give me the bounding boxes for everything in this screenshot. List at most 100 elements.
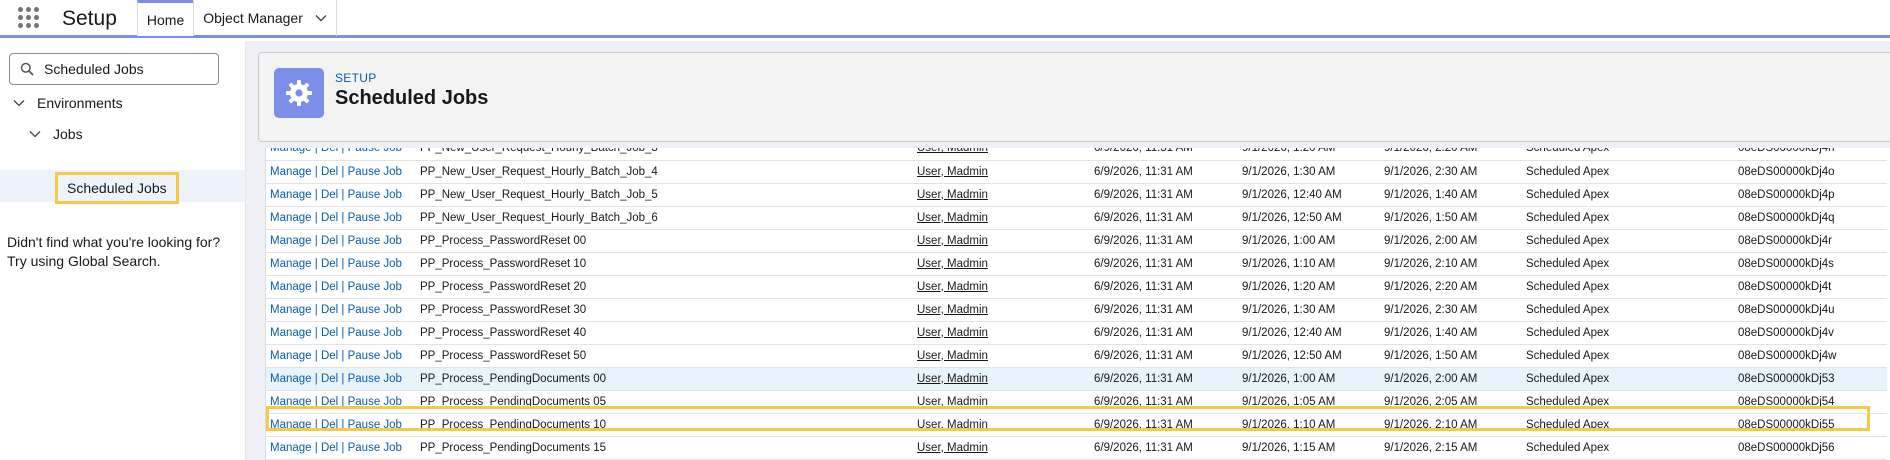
- pause-job-link[interactable]: Pause Job: [348, 350, 402, 362]
- submitted-by-cell: User, Madmin: [913, 206, 1090, 230]
- tab-object-manager[interactable]: Object Manager: [193, 0, 337, 36]
- pause-job-link[interactable]: Pause Job: [348, 304, 402, 316]
- started-date: 6/9/2026, 11:31 AM: [1090, 148, 1238, 161]
- manage-link[interactable]: Manage: [270, 419, 312, 431]
- started-date: 6/9/2026, 11:31 AM: [1090, 183, 1238, 207]
- manage-link[interactable]: Manage: [270, 258, 312, 270]
- started-date: 6/9/2026, 11:31 AM: [1090, 367, 1238, 391]
- gear-icon: [286, 80, 312, 106]
- job-name: PP_Process_PendingDocuments 00: [416, 367, 913, 391]
- del-link[interactable]: Del: [321, 327, 338, 339]
- row-actions: Manage | Del | Pause Job: [266, 321, 416, 345]
- manage-link[interactable]: Manage: [270, 442, 312, 454]
- pause-job-link[interactable]: Pause Job: [348, 258, 402, 270]
- del-link[interactable]: Del: [321, 212, 338, 224]
- del-link[interactable]: Del: [321, 304, 338, 316]
- submitted-by-link[interactable]: User, Madmin: [917, 419, 988, 431]
- del-link[interactable]: Del: [321, 148, 338, 154]
- manage-link[interactable]: Manage: [270, 148, 312, 154]
- submitted-by-link[interactable]: User, Madmin: [917, 304, 988, 316]
- del-link[interactable]: Del: [321, 189, 338, 201]
- submitted-by-link[interactable]: User, Madmin: [917, 212, 988, 224]
- submitted-by-link[interactable]: User, Madmin: [917, 327, 988, 339]
- manage-link[interactable]: Manage: [270, 373, 312, 385]
- tree-item-jobs[interactable]: Jobs: [29, 126, 83, 142]
- pause-job-link[interactable]: Pause Job: [348, 396, 402, 408]
- job-id: 08eDS00000kDj56: [1734, 436, 1887, 460]
- job-name: PP_New_User_Request_Hourly_Batch_Job_3: [416, 148, 913, 161]
- tree-item-scheduled-jobs[interactable]: Scheduled Jobs: [55, 172, 179, 204]
- row-actions: Manage | Del | Pause Job: [266, 252, 416, 276]
- del-link[interactable]: Del: [321, 235, 338, 247]
- search-icon: [20, 62, 34, 76]
- submitted-by-link[interactable]: User, Madmin: [917, 442, 988, 454]
- pause-job-link[interactable]: Pause Job: [348, 373, 402, 385]
- quick-find-box[interactable]: [9, 53, 219, 85]
- table-row: Manage | Del | Pause Job PP_New_User_Req…: [266, 160, 1887, 184]
- chevron-down-icon[interactable]: [315, 12, 327, 24]
- pause-job-link[interactable]: Pause Job: [348, 148, 402, 154]
- job-name: PP_Process_PasswordReset 40: [416, 321, 913, 345]
- quick-find-input[interactable]: [44, 61, 214, 77]
- breadcrumb[interactable]: SETUP: [335, 71, 377, 85]
- submitted-by-link[interactable]: User, Madmin: [917, 350, 988, 362]
- manage-link[interactable]: Manage: [270, 281, 312, 293]
- del-link[interactable]: Del: [321, 442, 338, 454]
- submitted-by-link[interactable]: User, Madmin: [917, 189, 988, 201]
- row-actions: Manage | Del | Pause Job: [266, 148, 416, 161]
- pause-job-link[interactable]: Pause Job: [348, 212, 402, 224]
- next-scheduled-run: 9/1/2026, 1:00 AM: [1238, 367, 1380, 391]
- submitted-by-link[interactable]: User, Madmin: [917, 281, 988, 293]
- del-link[interactable]: Del: [321, 258, 338, 270]
- del-link[interactable]: Del: [321, 281, 338, 293]
- del-link[interactable]: Del: [321, 373, 338, 385]
- started-date: 6/9/2026, 11:31 AM: [1090, 413, 1238, 437]
- scheduled-time: 9/1/2026, 2:10 AM: [1380, 252, 1522, 276]
- tab-home[interactable]: Home: [136, 0, 194, 36]
- app-launcher-icon[interactable]: [0, 0, 56, 35]
- row-actions: Manage | Del | Pause Job: [266, 367, 416, 391]
- help-line-2: Try using Global Search.: [7, 253, 161, 269]
- submitted-by-link[interactable]: User, Madmin: [917, 235, 988, 247]
- del-link[interactable]: Del: [321, 350, 338, 362]
- row-actions: Manage | Del | Pause Job: [266, 298, 416, 322]
- scheduled-time: 9/1/2026, 2:20 AM: [1380, 275, 1522, 299]
- table-row: Manage | Del | Pause Job PP_Process_Pend…: [266, 390, 1887, 414]
- job-name: PP_Process_PasswordReset 10: [416, 252, 913, 276]
- pause-job-link[interactable]: Pause Job: [348, 327, 402, 339]
- scheduled-time: 9/1/2026, 2:00 AM: [1380, 229, 1522, 253]
- pause-job-link[interactable]: Pause Job: [348, 442, 402, 454]
- manage-link[interactable]: Manage: [270, 304, 312, 316]
- job-id: 08eDS00000kDj4w: [1734, 344, 1887, 368]
- manage-link[interactable]: Manage: [270, 166, 312, 178]
- pause-job-link[interactable]: Pause Job: [348, 235, 402, 247]
- submitted-by-link[interactable]: User, Madmin: [917, 148, 988, 154]
- manage-link[interactable]: Manage: [270, 212, 312, 224]
- del-link[interactable]: Del: [321, 166, 338, 178]
- pause-job-link[interactable]: Pause Job: [348, 419, 402, 431]
- next-scheduled-run: 9/1/2026, 12:40 AM: [1238, 183, 1380, 207]
- next-scheduled-run: 9/1/2026, 1:20 AM: [1238, 148, 1380, 161]
- pause-job-link[interactable]: Pause Job: [348, 166, 402, 178]
- submitted-by-cell: User, Madmin: [913, 183, 1090, 207]
- tree-item-environments[interactable]: Environments: [13, 95, 123, 111]
- job-id: 08eDS00000kDj4o: [1734, 160, 1887, 184]
- del-link[interactable]: Del: [321, 419, 338, 431]
- manage-link[interactable]: Manage: [270, 396, 312, 408]
- pause-job-link[interactable]: Pause Job: [348, 189, 402, 201]
- job-type: Scheduled Apex: [1522, 229, 1734, 253]
- del-link[interactable]: Del: [321, 396, 338, 408]
- next-scheduled-run: 9/1/2026, 1:20 AM: [1238, 275, 1380, 299]
- submitted-by-link[interactable]: User, Madmin: [917, 396, 988, 408]
- manage-link[interactable]: Manage: [270, 327, 312, 339]
- help-line-1: Didn't find what you're looking for?: [7, 234, 221, 250]
- pause-job-link[interactable]: Pause Job: [348, 281, 402, 293]
- tab-object-manager-label: Object Manager: [203, 10, 303, 26]
- submitted-by-link[interactable]: User, Madmin: [917, 166, 988, 178]
- manage-link[interactable]: Manage: [270, 350, 312, 362]
- job-type: Scheduled Apex: [1522, 321, 1734, 345]
- submitted-by-link[interactable]: User, Madmin: [917, 373, 988, 385]
- manage-link[interactable]: Manage: [270, 189, 312, 201]
- submitted-by-link[interactable]: User, Madmin: [917, 258, 988, 270]
- manage-link[interactable]: Manage: [270, 235, 312, 247]
